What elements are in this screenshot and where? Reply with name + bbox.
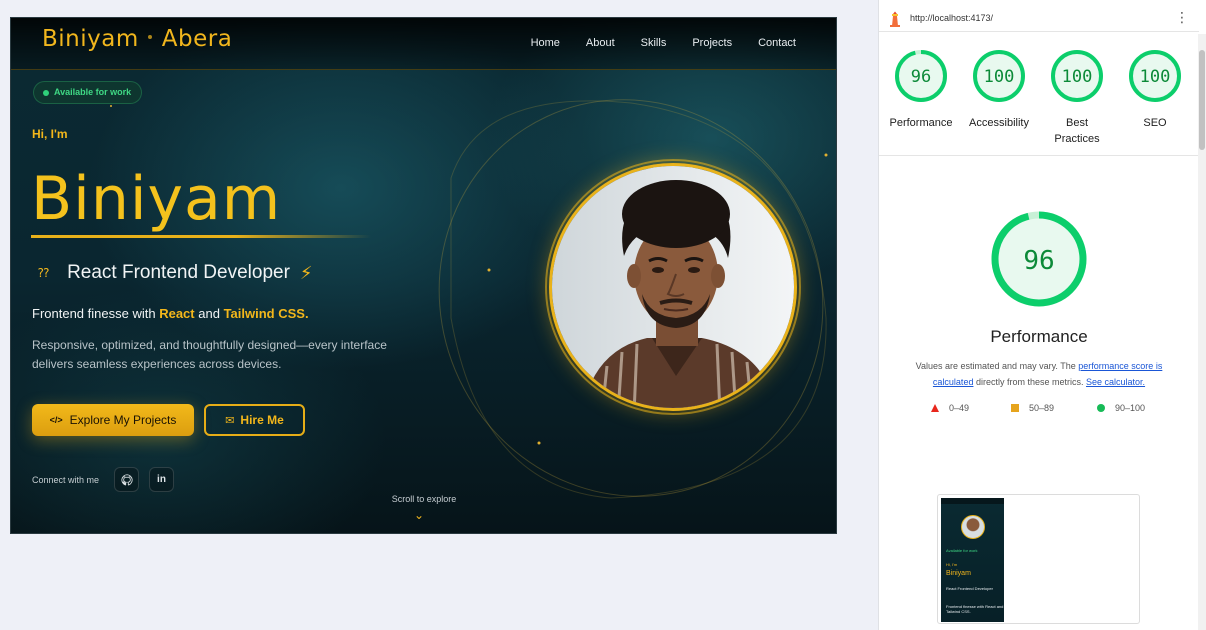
explore-projects-button[interactable]: </> Explore My Projects [32,404,194,436]
nav-projects[interactable]: Projects [692,37,732,49]
profile-photo [549,163,797,411]
hire-me-button[interactable]: ✉ Hire Me [204,404,305,436]
gauge-ring-icon: 100 [973,50,1025,102]
gauge-ring-icon: 100 [1051,50,1103,102]
site-logo[interactable]: Biniyam Abera [42,26,232,52]
kebab-menu-icon[interactable]: ⋮ [1175,9,1189,26]
see-calculator-link[interactable]: See calculator. [1086,377,1145,387]
nav-contact[interactable]: Contact [758,37,796,49]
hero-description: Responsive, optimized, and thoughtfully … [32,338,387,371]
thumb-badge: Available for work [946,548,978,553]
square-icon [1011,404,1019,412]
gauge-label: SEO [1143,117,1167,129]
performance-main-gauge: 96 [987,207,1091,316]
lighthouse-url-bar: http://localhost:4173/ ⋮ [879,6,1199,32]
nav-about[interactable]: About [586,37,615,49]
audited-url[interactable]: http://localhost:4173/ [910,13,993,23]
github-icon[interactable] [114,467,139,492]
brand-last-name: Abera [161,26,233,52]
greeting: Hi, I'm [32,127,68,141]
gauge-performance[interactable]: 96 Performance [882,48,960,131]
nav-home[interactable]: Home [531,37,560,49]
performance-title: Performance [990,327,1088,346]
main-score-value: 96 [1023,246,1054,276]
connect-label: Connect with me [32,475,100,485]
legend-average: 50–89 [1011,403,1054,413]
status-dot-icon [43,90,49,96]
thumb-navbar [941,498,1004,504]
lighthouse-panel: http://localhost:4173/ ⋮ 96 Performance … [878,0,1206,630]
gauge-value: 100 [984,67,1015,87]
gauge-ring-icon: 100 [1129,50,1181,102]
gauge-label: Best Practices [1054,117,1100,145]
nav-skills[interactable]: Skills [641,37,667,49]
portfolio-viewport: Biniyam Abera Home About Skills Projects … [10,17,837,534]
gauge-ring-icon: 96 [895,50,947,102]
gauge-value: 100 [1062,67,1093,87]
brand-dot [147,35,152,39]
legend-pass: 90–100 [1097,403,1145,413]
thumb-role: React Frontend Developer [946,586,993,591]
mail-icon: ✉ [225,414,235,427]
portrait-illustration [552,166,794,408]
linkedin-icon[interactable]: in [149,467,174,492]
gauge-ring-icon: 96 [991,211,1087,307]
site-navbar: Biniyam Abera Home About Skills Projects … [11,18,836,70]
thumb-name: Biniyam [946,570,971,577]
tagline: Frontend finesse with React and Tailwind… [32,306,309,321]
circle-icon [1097,404,1105,412]
thumb-tagline: Frontend finesse with React and Tailwind… [946,604,1004,614]
panel-scrollbar[interactable] [1198,34,1206,630]
hire-me-label: Hire Me [240,413,284,427]
tagline-tailwind: Tailwind CSS. [223,306,309,321]
triangle-icon [931,404,939,412]
scroll-hint: Scroll to explore [391,494,457,504]
role-title: React Frontend Developer [67,262,290,283]
tagline-prefix: Frontend finesse with [32,306,156,321]
role-line: ⁇ React Frontend Developer ⚡︎ [38,262,313,284]
legend-average-label: 50–89 [1029,403,1055,413]
explore-projects-label: Explore My Projects [69,413,177,427]
legend-fail: 0–49 [931,403,969,413]
legend-fail-label: 0–49 [949,403,970,413]
name-underline [31,235,371,238]
gauge-accessibility[interactable]: 100 Accessibility [960,48,1038,131]
performance-note: Values are estimated and may vary. The p… [901,358,1177,390]
lighthouse-icon [888,11,902,32]
availability-badge: Available for work [33,81,143,104]
final-screenshot-thumbnail[interactable]: Available for work Hi, I'm Biniyam React… [941,498,1004,622]
gauge-label: Performance [889,117,953,129]
final-screenshot-frame: Available for work Hi, I'm Biniyam React… [937,494,1140,624]
score-gauges: 96 Performance 100 Accessibility 100 Bes… [879,38,1199,156]
gauge-label: Accessibility [969,117,1029,129]
legend-pass-label: 90–100 [1115,403,1146,413]
code-icon: </> [49,415,63,425]
thumb-avatar [961,515,985,539]
brand-first-name: Biniyam [42,26,139,52]
nav-links: Home About Skills Projects Contact [531,37,796,49]
lightning-icon: ⚡︎ [299,262,313,283]
gauge-best-practices[interactable]: 100 Best Practices [1038,48,1116,147]
note-prefix: Values are estimated and may vary. The [915,361,1076,371]
gauge-value: 96 [911,67,931,87]
chevron-down-icon[interactable]: ⌄ [414,508,424,522]
hero-name: Biniyam [31,164,282,234]
availability-text: Available for work [54,87,132,97]
thumb-greeting: Hi, I'm [946,562,958,567]
tagline-and: and [198,306,220,321]
gauge-seo[interactable]: 100 SEO [1116,48,1194,131]
gauge-value: 100 [1140,67,1171,87]
note-middle: directly from these metrics. [975,377,1084,387]
scrollbar-thumb[interactable] [1199,50,1205,150]
typing-cursor-icon: ⁇ [38,266,50,280]
tagline-react: React [159,306,195,321]
